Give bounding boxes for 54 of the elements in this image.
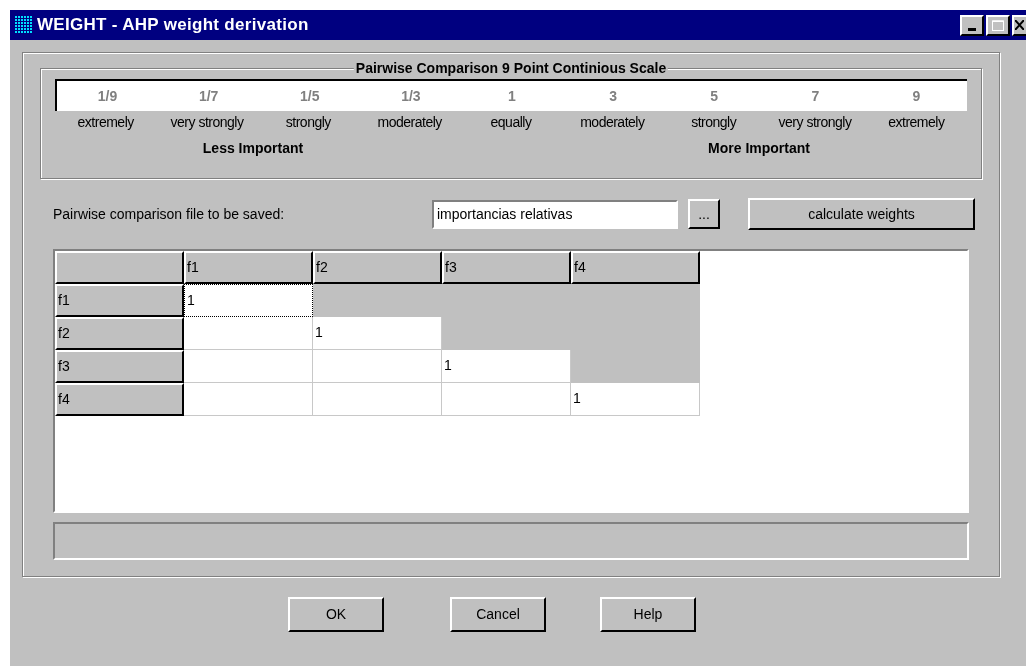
row-header: f2 [55,317,184,350]
scale-value: 1/7 [197,86,220,106]
scale-caption: Less Important [201,139,305,158]
scale-value: 1/3 [400,86,422,106]
minimize-button[interactable] [960,14,984,36]
table-cell[interactable] [184,383,313,416]
calculate-weights-button[interactable]: calculate weights [748,198,975,230]
scale-value: 1/9 [96,86,119,106]
scale-value: 3 [608,86,618,106]
scale-value: 5 [709,86,720,106]
table-cell[interactable]: 1 [313,317,442,350]
file-name-field[interactable]: importancias relativas [432,199,678,229]
scale-label: moderately [579,113,646,132]
table-cell[interactable] [184,350,313,383]
column-header: f4 [571,251,700,284]
table-cell[interactable] [442,383,571,416]
dialog-button[interactable]: OK [288,597,384,632]
minimize-icon [968,27,976,31]
table-cell[interactable]: 1 [184,284,313,317]
row-header: f4 [55,383,184,416]
column-header: f2 [313,251,442,284]
table-cell[interactable]: 1 [442,350,571,383]
scale-value: 9 [911,86,922,106]
scale-value: 1 [507,86,517,106]
scale-value: 7 [810,86,821,106]
scale-caption: More Important [707,139,811,158]
scale-label: extremely [887,113,946,132]
column-header: f1 [184,251,313,284]
group-title: Pairwise Comparison 9 Point Continious Scale [353,59,669,77]
table-cell[interactable] [184,317,313,350]
scale-label: moderately [376,113,443,132]
row-header: f3 [55,350,184,383]
table-cell[interactable] [313,350,442,383]
scale-label: equally [489,113,533,132]
row-header: f1 [55,284,184,317]
close-button[interactable] [1012,14,1026,36]
dialog-button[interactable]: Cancel [450,597,546,632]
close-icon [1015,20,1024,30]
dialog-button[interactable]: Help [600,597,696,632]
scale-label: strongly [690,113,738,132]
column-header: f3 [442,251,571,284]
maximize-button[interactable] [986,14,1010,36]
scale-label: strongly [284,113,332,132]
maximize-icon [992,19,1004,31]
browse-button[interactable]: ... [688,199,720,229]
field-label: Pairwise comparison file to be saved: [53,204,286,224]
scale-label: very strongly [777,113,853,132]
window-title: WEIGHT - AHP weight derivation [37,14,309,37]
table-cell[interactable]: 1 [571,383,700,416]
scale-label: extremely [76,113,135,132]
table-cell[interactable] [313,383,442,416]
scale-value: 1/5 [299,86,321,106]
app-icon [13,15,35,35]
scale-label: very strongly [169,113,245,132]
